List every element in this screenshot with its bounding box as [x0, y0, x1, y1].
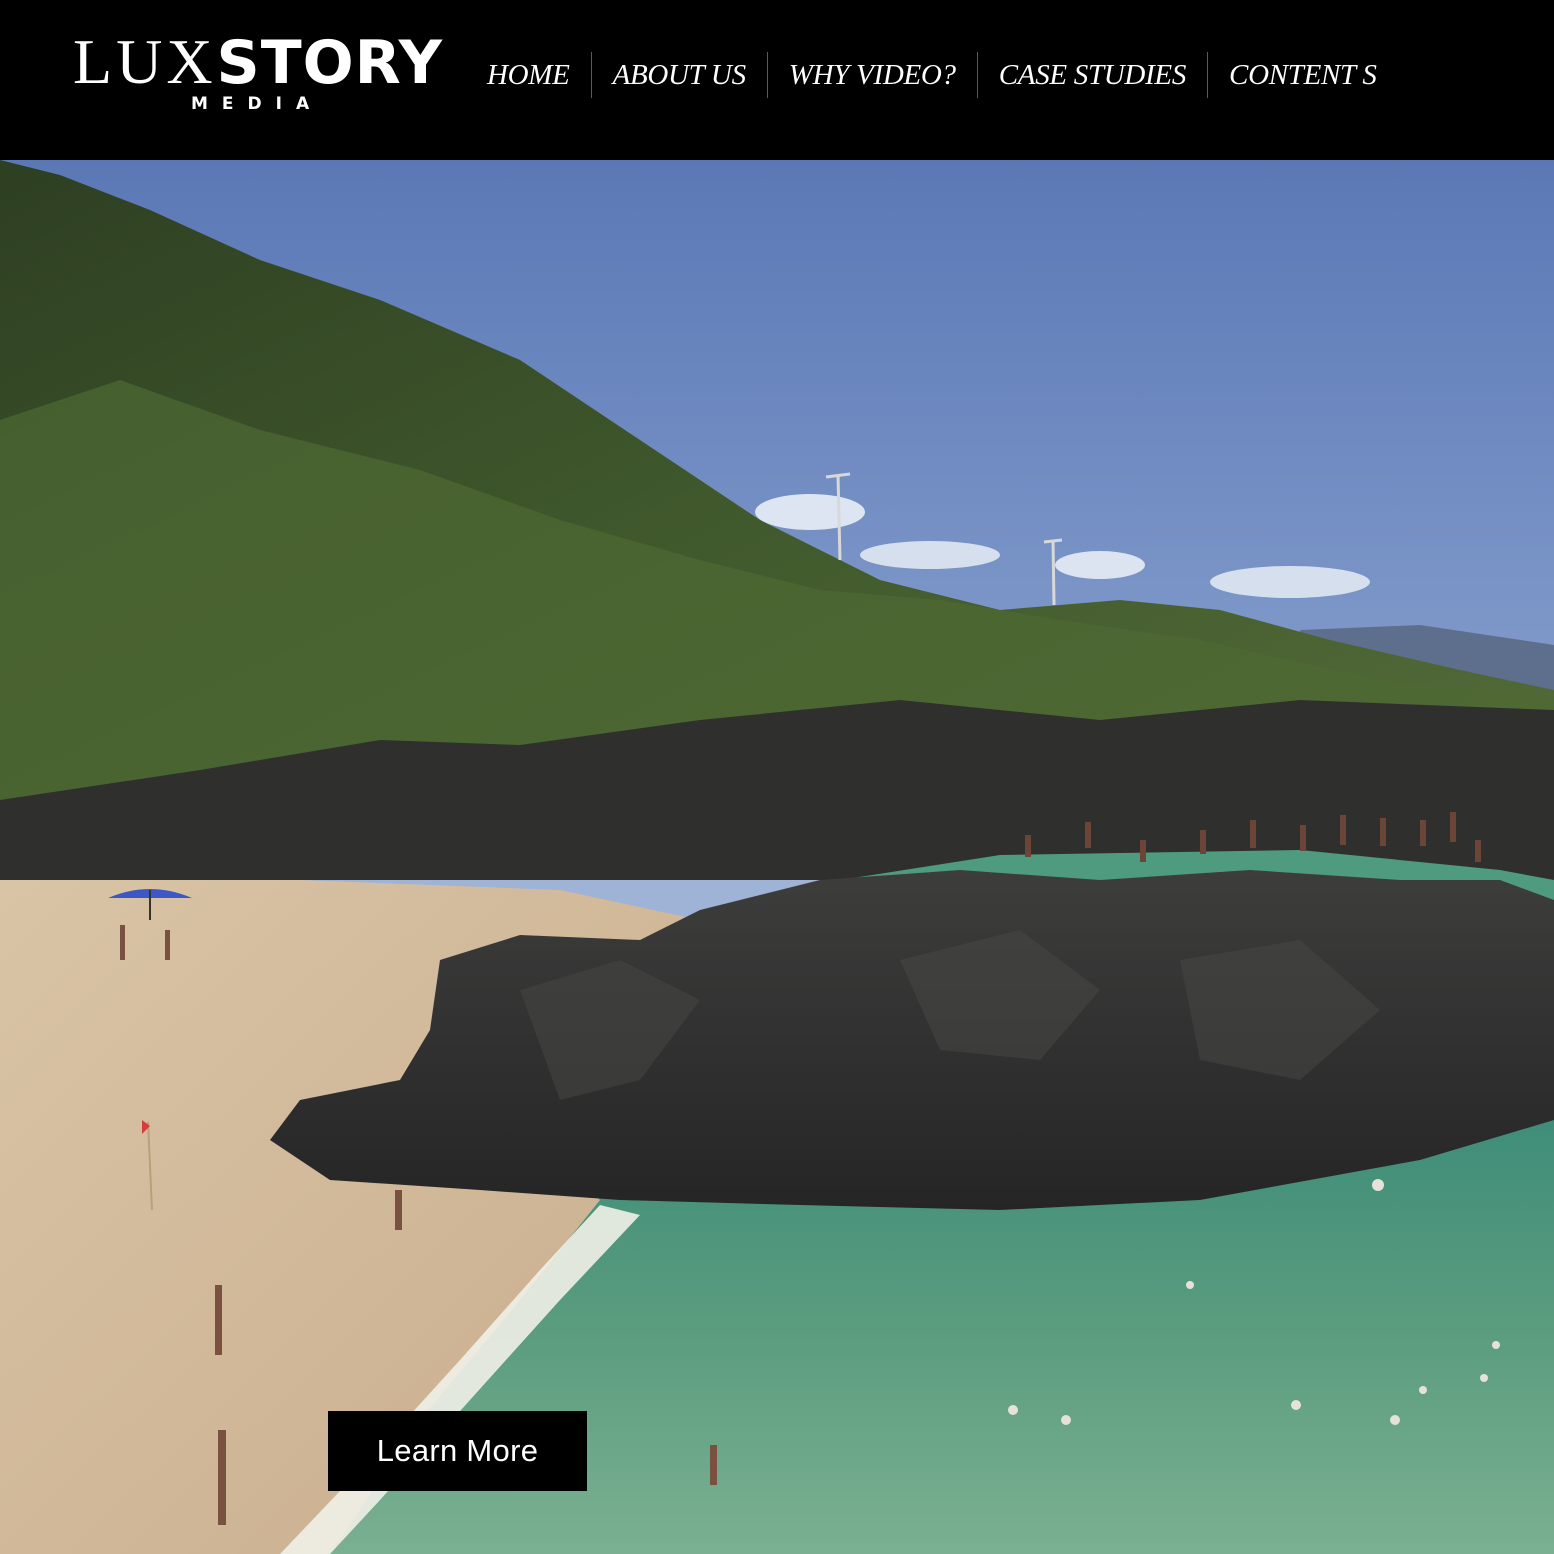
logo[interactable]: LUXSTORY MEDIA — [73, 30, 453, 120]
nav-item-about-us[interactable]: ABOUT US — [592, 59, 767, 92]
hero-scene-illustration — [0, 160, 1554, 1554]
nav-item-case-studies[interactable]: CASE STUDIES — [978, 59, 1207, 92]
nav-item-home[interactable]: HOME — [466, 59, 591, 92]
logo-wordmark: LUXSTORY — [73, 30, 443, 94]
logo-lux-text: LUX — [73, 26, 217, 97]
logo-tagline: MEDIA — [191, 94, 324, 114]
main-nav: HOME ABOUT US WHY VIDEO? CASE STUDIES CO… — [466, 50, 1398, 100]
learn-more-button[interactable]: Learn More — [328, 1411, 587, 1491]
site-header: LUXSTORY MEDIA HOME ABOUT US WHY VIDEO? … — [0, 0, 1554, 160]
page: LUXSTORY MEDIA HOME ABOUT US WHY VIDEO? … — [0, 0, 1554, 1554]
hero-video-background — [0, 160, 1554, 1554]
nav-item-content[interactable]: CONTENT S — [1208, 59, 1397, 92]
nav-item-why-video[interactable]: WHY VIDEO? — [768, 59, 977, 92]
logo-story-text: STORY — [216, 28, 444, 98]
